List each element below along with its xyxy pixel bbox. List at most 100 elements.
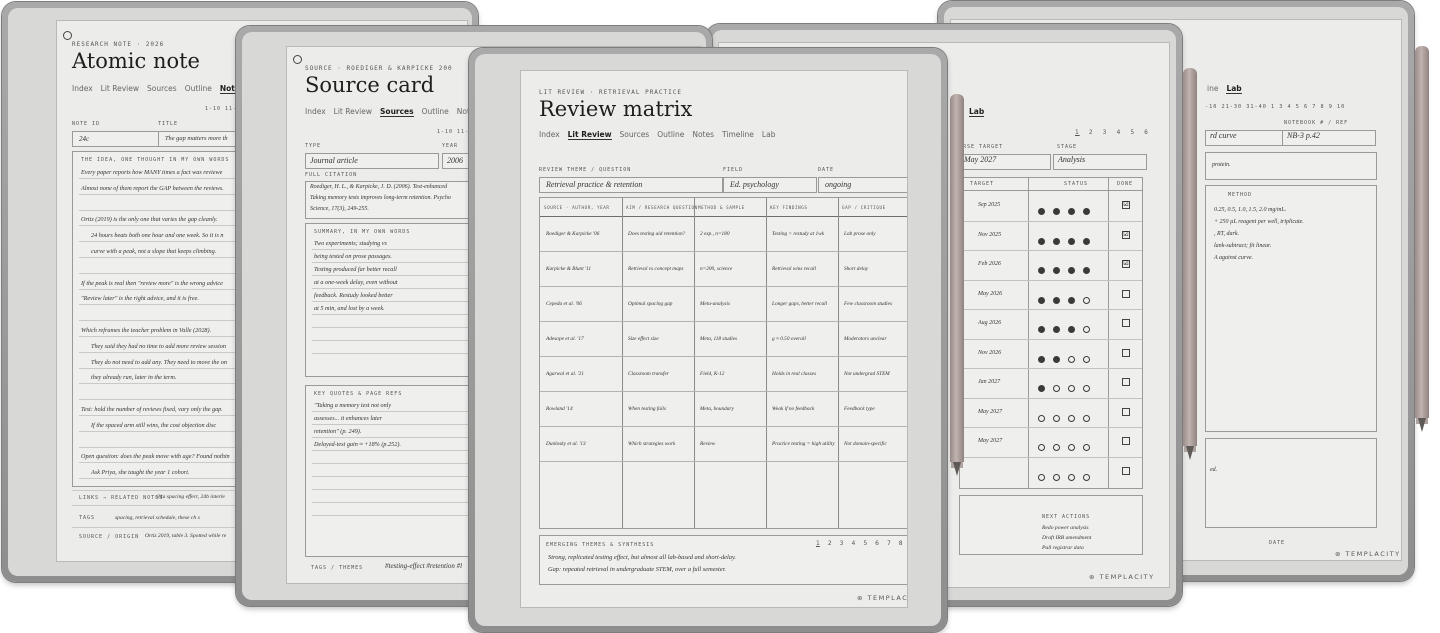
status-dot-filled[interactable] bbox=[1083, 237, 1090, 245]
matrix-cell[interactable]: When testing fails bbox=[628, 406, 666, 412]
matrix-tab-litreview[interactable]: Lit Review bbox=[567, 130, 612, 140]
done-checkbox[interactable] bbox=[1122, 289, 1130, 298]
status-dot-empty[interactable] bbox=[1053, 444, 1060, 451]
status-dot-filled[interactable] bbox=[1038, 267, 1045, 274]
progress-row[interactable]: May 2027 bbox=[960, 427, 1142, 458]
matrix-cell[interactable]: Review bbox=[700, 441, 715, 447]
matrix-cell[interactable]: Feedback type bbox=[844, 406, 875, 412]
menu-icon[interactable] bbox=[63, 31, 72, 40]
atomic-tab-index[interactable]: Index bbox=[72, 84, 93, 94]
matrix-cell[interactable]: Karpicke & Blunt '11 bbox=[546, 266, 591, 272]
progress-row[interactable]: Nov 2026 bbox=[960, 339, 1142, 369]
progress-page[interactable]: 5 bbox=[1130, 129, 1135, 136]
matrix-cell[interactable]: Meta, 118 studies bbox=[700, 336, 737, 342]
lab-tab-lab[interactable]: Lab bbox=[1226, 84, 1242, 94]
status-dot-empty[interactable] bbox=[1068, 444, 1075, 451]
status-dot-filled[interactable] bbox=[1038, 237, 1045, 245]
matrix-cell[interactable]: Rowland '14 bbox=[546, 406, 573, 412]
quotes-box[interactable]: KEY QUOTES & PAGE REFS "Taking a memory … bbox=[305, 385, 488, 557]
menu-icon[interactable] bbox=[293, 55, 302, 64]
source-tab-sources[interactable]: Sources bbox=[380, 107, 414, 117]
status-dot-empty[interactable] bbox=[1053, 414, 1060, 422]
stylus-far-right[interactable] bbox=[1415, 46, 1429, 432]
matrix-tab-index[interactable]: Index bbox=[539, 130, 560, 140]
matrix-cell[interactable]: Field, K-12 bbox=[700, 371, 724, 377]
progress-page[interactable]: 1 bbox=[1075, 129, 1080, 136]
matrix-page-5[interactable]: 5 bbox=[863, 540, 867, 547]
atomic-tab-outline[interactable]: Outline bbox=[185, 84, 212, 94]
status-dot-filled[interactable] bbox=[1068, 296, 1075, 304]
status-dot-empty[interactable] bbox=[1038, 414, 1045, 422]
status-dot-empty[interactable] bbox=[1068, 414, 1075, 422]
status-dot-empty[interactable] bbox=[1053, 385, 1060, 392]
done-checkbox[interactable] bbox=[1122, 348, 1130, 357]
stylus-center[interactable] bbox=[950, 94, 964, 476]
status-dot-filled[interactable] bbox=[1068, 208, 1075, 215]
done-checkbox[interactable]: ☑ bbox=[1122, 260, 1130, 268]
matrix-cell[interactable]: Few classroom studies bbox=[844, 301, 892, 307]
atomic-tab-litreview[interactable]: Lit Review bbox=[101, 84, 139, 94]
status-dot-empty[interactable] bbox=[1083, 355, 1090, 363]
field-field[interactable]: Ed. psychology bbox=[723, 177, 817, 193]
theme-field[interactable]: Retrieval practice & retention bbox=[539, 177, 723, 193]
lab-left-field[interactable]: rd curve bbox=[1205, 130, 1283, 146]
matrix-cell[interactable]: Not domain-specific bbox=[844, 441, 887, 447]
progress-row[interactable]: Nov 2025 ☑ bbox=[960, 221, 1142, 251]
status-dot-empty[interactable] bbox=[1083, 326, 1090, 333]
progress-next-box[interactable]: NEXT ACTIONS Redo power analysis Draft I… bbox=[959, 495, 1143, 555]
progress-stage-field[interactable]: Analysis bbox=[1053, 154, 1147, 170]
lab-tab-fragment[interactable]: ine bbox=[1207, 84, 1218, 94]
status-dot-filled[interactable] bbox=[1053, 355, 1060, 363]
status-dot-filled[interactable] bbox=[1083, 208, 1090, 215]
progress-target-field[interactable]: May 2027 bbox=[959, 154, 1051, 170]
themes-box[interactable]: EMERGING THEMES & SYNTHESIS 1 2 34 5 6 7 8 Str… bbox=[539, 535, 907, 585]
matrix-tab-outline[interactable]: Outline bbox=[657, 130, 684, 140]
status-dot-empty[interactable] bbox=[1038, 444, 1045, 451]
matrix-cell[interactable]: Cepeda et al. '06 bbox=[546, 301, 582, 307]
lab-method-box[interactable]: METHOD 0.25, 0.5, 1.0, 1.5, 2.0 mg/mL. +… bbox=[1205, 185, 1377, 432]
date-field[interactable]: ongoing bbox=[818, 177, 907, 193]
matrix-cell[interactable]: Short delay bbox=[844, 266, 868, 272]
matrix-page-6[interactable]: 6 bbox=[875, 540, 879, 547]
status-dot-filled[interactable] bbox=[1038, 355, 1045, 363]
status-dot-empty[interactable] bbox=[1083, 385, 1090, 392]
matrix-cell[interactable]: Retrieval vs concept maps bbox=[628, 266, 683, 272]
status-dot-empty[interactable] bbox=[1083, 473, 1090, 481]
matrix-page-1[interactable]: 1 bbox=[816, 540, 820, 547]
matrix-cell[interactable]: Moderators unclear bbox=[844, 336, 887, 342]
matrix-cell[interactable]: Not undergrad STEM bbox=[844, 371, 890, 377]
matrix-tab-notes[interactable]: Notes bbox=[692, 130, 714, 140]
progress-row[interactable]: Feb 2026 ☑ bbox=[960, 250, 1142, 281]
progress-page[interactable]: 3 bbox=[1103, 129, 1108, 136]
matrix-cell[interactable]: g ≈ 0.50 overall bbox=[772, 336, 806, 342]
lab-note-box[interactable]: protein. bbox=[1205, 152, 1377, 180]
progress-pager[interactable]: 1 2 3 4 5 6 bbox=[1075, 129, 1149, 136]
matrix-cell[interactable]: Dunlosky et al. '13 bbox=[546, 441, 586, 447]
type-field[interactable]: Journal article bbox=[305, 153, 439, 169]
status-dot-empty[interactable] bbox=[1083, 414, 1090, 422]
matrix-cell[interactable]: Roediger & Karpicke '06 bbox=[546, 231, 599, 237]
progress-tab-lab[interactable]: Lab bbox=[969, 107, 985, 117]
matrix-page-4[interactable]: 4 bbox=[851, 540, 855, 547]
status-dot-filled[interactable] bbox=[1053, 208, 1060, 215]
matrix-cell[interactable]: Optimal spacing gap bbox=[628, 301, 672, 307]
progress-row[interactable]: May 2027 bbox=[960, 398, 1142, 428]
matrix-page-8[interactable]: 8 bbox=[899, 540, 903, 547]
progress-row[interactable]: Sep 2025 ☑ bbox=[960, 191, 1142, 222]
source-tags-value[interactable]: #testing-effect #retention #l bbox=[385, 562, 462, 570]
status-dot-filled[interactable] bbox=[1038, 208, 1045, 215]
matrix-cell[interactable]: Meta-analysis bbox=[700, 301, 730, 307]
done-checkbox[interactable] bbox=[1122, 466, 1130, 475]
done-checkbox[interactable] bbox=[1122, 378, 1130, 386]
matrix-page-3[interactable]: 3 bbox=[840, 540, 844, 547]
matrix-cell[interactable]: Classroom transfer bbox=[628, 371, 669, 377]
tags-value[interactable]: spacing, retrieval schedule, these ch s bbox=[115, 515, 200, 521]
matrix-cell[interactable]: Longer gaps, better recall bbox=[772, 301, 827, 307]
done-checkbox[interactable] bbox=[1122, 437, 1130, 445]
progress-page[interactable]: 2 bbox=[1089, 129, 1094, 136]
status-dot-filled[interactable] bbox=[1038, 326, 1045, 333]
matrix-page-2[interactable]: 2 bbox=[828, 540, 832, 547]
progress-page[interactable]: 6 bbox=[1144, 129, 1149, 136]
status-dot-filled[interactable] bbox=[1038, 296, 1045, 304]
matrix-tab-timeline[interactable]: Timeline bbox=[722, 130, 754, 140]
